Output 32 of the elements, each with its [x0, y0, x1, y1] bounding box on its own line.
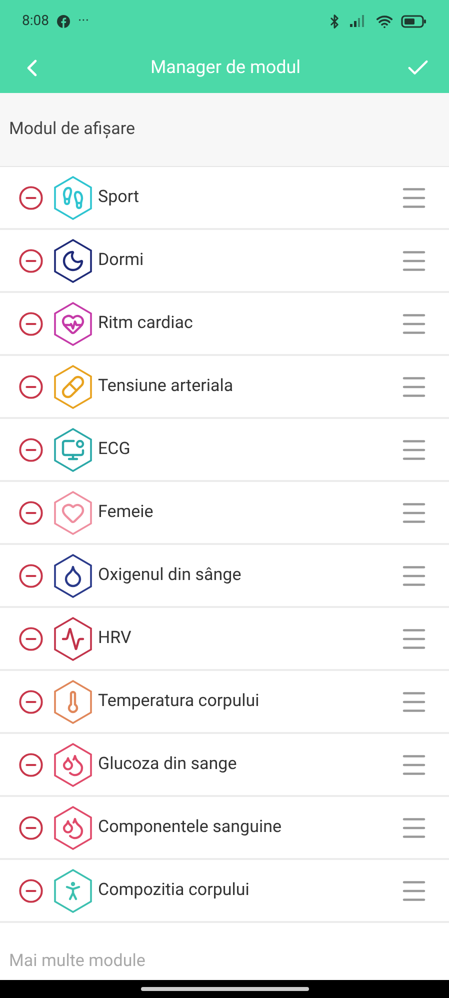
module-label: ECG [98, 438, 132, 461]
battery-icon [401, 14, 427, 28]
module-label: Oxigenul din sânge [98, 564, 242, 587]
module-label: Temperatura corpului [98, 690, 260, 713]
wifi-icon [376, 12, 393, 30]
section-title: Mai multe module [9, 950, 146, 972]
remove-button[interactable] [18, 688, 44, 714]
remove-button[interactable] [18, 248, 44, 274]
remove-button[interactable] [18, 878, 44, 904]
module-label: Femeie [98, 500, 154, 524]
module-label: Sport [98, 186, 140, 209]
remove-button[interactable] [18, 374, 44, 400]
module-label: Dormi [98, 248, 145, 272]
status-time: 8:08 [22, 12, 49, 30]
remove-button[interactable] [18, 184, 44, 210]
remove-button[interactable] [18, 310, 44, 336]
remove-button[interactable] [18, 626, 44, 652]
facebook-icon [57, 14, 70, 28]
module-label: Glucoza din sange [98, 752, 238, 776]
screen-title: Manager de modul [149, 56, 302, 80]
remove-button[interactable] [18, 500, 44, 526]
module-label: Compozitia corpului [98, 878, 250, 902]
section-title: Modul de afișare [9, 118, 135, 141]
module-label: HRV [98, 626, 132, 650]
remove-button[interactable] [18, 752, 44, 778]
remove-button[interactable] [18, 436, 44, 462]
module-label: Componentele sanguine [98, 816, 283, 839]
module-label: Tensiune arteriala [98, 374, 234, 398]
remove-button[interactable] [18, 562, 44, 588]
remove-button[interactable] [18, 814, 44, 840]
status-more: ··· [78, 12, 89, 30]
module-label: Ritm cardiac [98, 312, 194, 335]
